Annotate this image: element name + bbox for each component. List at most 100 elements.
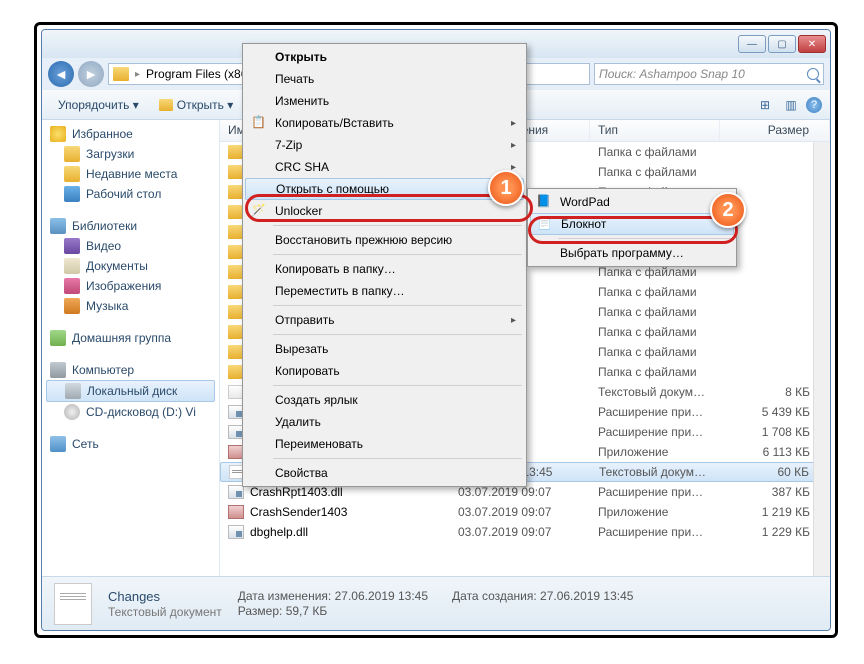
- table-row[interactable]: dbghelp.dll03.07.2019 09:07Расширение пр…: [220, 522, 830, 542]
- ctx-send-to[interactable]: Отправить▸: [245, 309, 524, 331]
- chevron-right-icon: ▸: [511, 118, 516, 129]
- col-size[interactable]: Размер: [720, 120, 830, 141]
- ctx-properties[interactable]: Свойства: [245, 462, 524, 484]
- status-size-label: Размер:: [238, 604, 283, 618]
- sidebar-computer[interactable]: Компьютер: [42, 360, 219, 380]
- ctx-restore-prev[interactable]: Восстановить прежнюю версию: [245, 229, 524, 251]
- sidebar-favorites[interactable]: Избранное: [42, 124, 219, 144]
- ctx-copy-paste[interactable]: 📋Копировать/Вставить▸: [245, 112, 524, 134]
- clipboard-icon: 📋: [251, 115, 267, 131]
- open-with-submenu: 📘WordPad 📄Блокнот Выбрать программу…: [527, 188, 737, 267]
- submenu-wordpad[interactable]: 📘WordPad: [530, 191, 734, 213]
- status-filename: Changes: [108, 589, 222, 604]
- nav-back-button[interactable]: ◄: [48, 61, 74, 87]
- file-type: Папка с файлами: [590, 165, 720, 179]
- breadcrumb-segment[interactable]: Program Files (x86): [146, 67, 251, 81]
- sidebar: Избранное Загрузки Недавние места Рабочи…: [42, 120, 220, 576]
- notepad-icon: 📄: [537, 216, 553, 232]
- view-icons-button[interactable]: ⊞: [754, 94, 776, 116]
- image-icon: [64, 278, 80, 294]
- status-date-mod-label: Дата изменения:: [238, 589, 332, 603]
- file-type: Приложение: [590, 445, 720, 459]
- annotation-badge-1: 1: [488, 170, 524, 206]
- ctx-delete[interactable]: Удалить: [245, 411, 524, 433]
- sidebar-network[interactable]: Сеть: [42, 434, 219, 454]
- cd-icon: [64, 404, 80, 420]
- ctx-rename[interactable]: Переименовать: [245, 433, 524, 455]
- sidebar-videos[interactable]: Видео: [42, 236, 219, 256]
- exe-icon: [228, 505, 244, 519]
- music-icon: [64, 298, 80, 314]
- file-type: Расширение при…: [590, 405, 720, 419]
- sidebar-downloads[interactable]: Загрузки: [42, 144, 219, 164]
- file-type: Папка с файлами: [590, 345, 720, 359]
- search-icon[interactable]: [807, 68, 819, 80]
- video-icon: [64, 238, 80, 254]
- sidebar-cd-drive[interactable]: CD-дисковод (D:) Vi: [42, 402, 219, 422]
- file-type: Папка с файлами: [590, 285, 720, 299]
- ctx-print[interactable]: Печать: [245, 68, 524, 90]
- file-date: 03.07.2019 09:07: [450, 505, 590, 519]
- document-icon: [64, 258, 80, 274]
- scrollbar[interactable]: [813, 142, 830, 576]
- preview-pane-button[interactable]: ▥: [780, 94, 802, 116]
- sidebar-recent[interactable]: Недавние места: [42, 164, 219, 184]
- library-icon: [50, 218, 66, 234]
- ctx-open-with[interactable]: Открыть с помощью▸: [245, 178, 524, 200]
- file-type: Расширение при…: [590, 425, 720, 439]
- status-date-created: 27.06.2019 13:45: [540, 589, 633, 603]
- file-name: dbghelp.dll: [250, 525, 308, 539]
- ctx-7zip[interactable]: 7-Zip▸: [245, 134, 524, 156]
- ctx-copy[interactable]: Копировать: [245, 360, 524, 382]
- table-row[interactable]: CrashSender1403 03.07.2019 09:07Приложени…: [220, 502, 830, 522]
- chevron-right-icon: ▸: [511, 140, 516, 151]
- open-button[interactable]: Открыть ▾: [151, 95, 241, 115]
- submenu-notepad[interactable]: 📄Блокнот: [530, 213, 734, 235]
- sidebar-libraries[interactable]: Библиотеки: [42, 216, 219, 236]
- sidebar-desktop[interactable]: Рабочий стол: [42, 184, 219, 204]
- dll-icon: [228, 525, 244, 539]
- status-size: 59,7 КБ: [286, 604, 328, 618]
- ctx-move-to-folder[interactable]: Переместить в папку…: [245, 280, 524, 302]
- file-type-icon: [54, 583, 92, 625]
- file-type: Текстовый докум…: [590, 385, 720, 399]
- nav-forward-button[interactable]: ►: [78, 61, 104, 87]
- file-type: Папка с файлами: [590, 265, 720, 279]
- submenu-choose-program[interactable]: Выбрать программу…: [530, 242, 734, 264]
- sidebar-documents[interactable]: Документы: [42, 256, 219, 276]
- dll-icon: [228, 485, 244, 499]
- col-type[interactable]: Тип: [590, 120, 720, 141]
- file-name: CrashRpt1403.dll: [250, 485, 343, 499]
- disk-icon: [65, 383, 81, 399]
- bc-sep: ▸: [135, 69, 140, 80]
- ctx-edit[interactable]: Изменить: [245, 90, 524, 112]
- ctx-create-shortcut[interactable]: Создать ярлык: [245, 389, 524, 411]
- sidebar-pictures[interactable]: Изображения: [42, 276, 219, 296]
- wordpad-icon: 📘: [536, 194, 552, 210]
- organize-button[interactable]: Упорядочить ▾: [50, 95, 147, 115]
- maximize-button[interactable]: ▢: [768, 35, 796, 53]
- search-placeholder: Поиск: Ashampoo Snap 10: [599, 67, 745, 81]
- ctx-copy-to-folder[interactable]: Копировать в папку…: [245, 258, 524, 280]
- folder-icon: [113, 67, 129, 81]
- ctx-open[interactable]: Открыть: [245, 46, 524, 68]
- file-name: CrashSender1403: [250, 505, 347, 519]
- sidebar-local-disk[interactable]: Локальный диск: [46, 380, 215, 402]
- sidebar-homegroup[interactable]: Домашняя группа: [42, 328, 219, 348]
- sidebar-music[interactable]: Музыка: [42, 296, 219, 316]
- file-date: 03.07.2019 09:07: [450, 485, 590, 499]
- homegroup-icon: [50, 330, 66, 346]
- minimize-button[interactable]: —: [738, 35, 766, 53]
- file-type: Приложение: [590, 505, 720, 519]
- help-icon[interactable]: ?: [806, 97, 822, 113]
- file-type: Расширение при…: [590, 525, 720, 539]
- folder-icon: [159, 99, 173, 111]
- ctx-cut[interactable]: Вырезать: [245, 338, 524, 360]
- search-input[interactable]: Поиск: Ashampoo Snap 10: [594, 63, 824, 85]
- desktop-icon: [64, 186, 80, 202]
- folder-icon: [64, 146, 80, 162]
- ctx-unlocker[interactable]: 🪄Unlocker: [245, 200, 524, 222]
- ctx-crc-sha[interactable]: CRC SHA▸: [245, 156, 524, 178]
- close-button[interactable]: ✕: [798, 35, 826, 53]
- file-type: Расширение при…: [590, 485, 720, 499]
